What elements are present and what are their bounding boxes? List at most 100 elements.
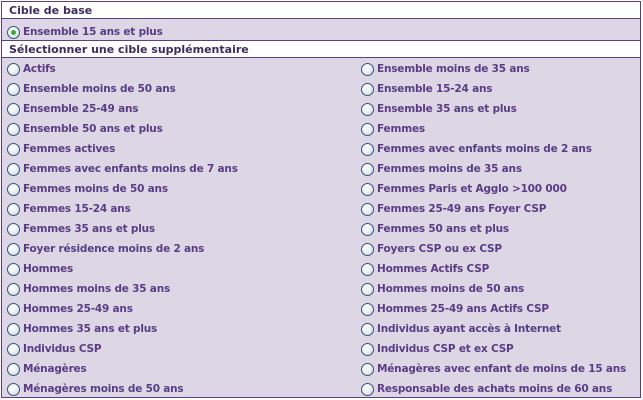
option-label: Ensemble moins de 35 ans	[377, 63, 530, 75]
radio-unselected-icon[interactable]	[7, 202, 20, 216]
extra-target-option[interactable]: Femmes avec enfants moins de 2 ans	[361, 139, 592, 159]
extra-target-option[interactable]: Femmes	[361, 119, 425, 139]
extra-target-option[interactable]: Hommes moins de 35 ans	[7, 279, 170, 299]
extra-target-option[interactable]: Hommes 25-49 ans	[7, 299, 133, 319]
extra-target-option[interactable]: Femmes actives	[7, 139, 115, 159]
option-label: Femmes avec enfants moins de 7 ans	[23, 163, 238, 175]
extra-target-option[interactable]: Hommes 25-49 ans Actifs CSP	[361, 299, 549, 319]
option-label: Hommes moins de 35 ans	[23, 283, 171, 295]
option-label: Ensemble 15-24 ans	[377, 83, 493, 95]
base-target-option[interactable]: Ensemble 15 ans et plus	[7, 22, 163, 42]
radio-unselected-icon[interactable]	[361, 322, 374, 336]
radio-unselected-icon[interactable]	[7, 282, 20, 296]
radio-unselected-icon[interactable]	[361, 342, 374, 356]
option-label: Hommes moins de 50 ans	[377, 283, 525, 295]
radio-unselected-icon[interactable]	[361, 162, 374, 176]
radio-unselected-icon[interactable]	[361, 202, 374, 216]
extra-target-option[interactable]: Ensemble 50 ans et plus	[7, 119, 163, 139]
option-label: Ménagères	[23, 363, 87, 375]
option-label: Femmes Paris et Agglo >100 000	[377, 183, 567, 195]
radio-unselected-icon[interactable]	[361, 302, 374, 316]
option-label: Hommes Actifs CSP	[377, 263, 490, 275]
radio-unselected-icon[interactable]	[7, 362, 20, 376]
option-label: Hommes	[23, 263, 74, 275]
radio-unselected-icon[interactable]	[361, 62, 374, 76]
radio-unselected-icon[interactable]	[7, 302, 20, 316]
option-label: Femmes actives	[23, 143, 116, 155]
option-label: Femmes 15-24 ans	[23, 203, 131, 215]
extra-target-option[interactable]: Hommes 35 ans et plus	[7, 319, 157, 339]
radio-unselected-icon[interactable]	[7, 62, 20, 76]
extra-target-option[interactable]: Responsable des achats moins de 60 ans	[361, 379, 612, 399]
option-label: Femmes avec enfants moins de 2 ans	[377, 143, 592, 155]
option-label: Femmes moins de 35 ans	[377, 163, 522, 175]
radio-unselected-icon[interactable]	[361, 102, 374, 116]
radio-unselected-icon[interactable]	[7, 142, 20, 156]
radio-unselected-icon[interactable]	[7, 122, 20, 136]
extra-target-option[interactable]: Ensemble 35 ans et plus	[361, 99, 517, 119]
extra-target-option[interactable]: Hommes	[7, 259, 73, 279]
radio-unselected-icon[interactable]	[361, 122, 374, 136]
radio-unselected-icon[interactable]	[361, 362, 374, 376]
extra-target-option[interactable]: Femmes Paris et Agglo >100 000	[361, 179, 567, 199]
extra-target-option[interactable]: Ménagères	[7, 359, 87, 379]
extra-target-option[interactable]: Femmes 25-49 ans Foyer CSP	[361, 199, 546, 219]
extra-target-option[interactable]: Actifs	[7, 59, 56, 79]
radio-unselected-icon[interactable]	[7, 82, 20, 96]
option-label: Femmes	[377, 123, 425, 135]
option-label: Femmes moins de 50 ans	[23, 183, 168, 195]
radio-unselected-icon[interactable]	[361, 262, 374, 276]
radio-unselected-icon[interactable]	[7, 342, 20, 356]
radio-unselected-icon[interactable]	[361, 82, 374, 96]
option-label: Responsable des achats moins de 60 ans	[377, 383, 613, 395]
extra-target-option[interactable]: Ménagères moins de 50 ans	[7, 379, 184, 399]
radio-unselected-icon[interactable]	[361, 182, 374, 196]
option-label: Ensemble 15 ans et plus	[23, 26, 163, 38]
radio-unselected-icon[interactable]	[7, 242, 20, 256]
option-label: Ensemble 50 ans et plus	[23, 123, 163, 135]
radio-unselected-icon[interactable]	[361, 282, 374, 296]
extra-target-option[interactable]: Femmes moins de 35 ans	[361, 159, 522, 179]
radio-unselected-icon[interactable]	[7, 162, 20, 176]
radio-unselected-icon[interactable]	[7, 102, 20, 116]
radio-unselected-icon[interactable]	[361, 382, 374, 396]
extra-target-option[interactable]: Ensemble 25-49 ans	[7, 99, 139, 119]
extra-target-option[interactable]: Individus CSP et ex CSP	[361, 339, 514, 359]
extra-target-header: Sélectionner une cible supplémentaire	[2, 40, 640, 58]
radio-unselected-icon[interactable]	[7, 382, 20, 396]
extra-target-option[interactable]: Ménagères avec enfant de moins de 15 ans	[361, 359, 626, 379]
extra-target-option[interactable]: Ensemble 15-24 ans	[361, 79, 493, 99]
radio-unselected-icon[interactable]	[7, 222, 20, 236]
extra-target-option[interactable]: Femmes 50 ans et plus	[361, 219, 509, 239]
radio-unselected-icon[interactable]	[7, 262, 20, 276]
option-label: Individus CSP et ex CSP	[377, 343, 514, 355]
extra-target-option[interactable]: Foyers CSP ou ex CSP	[361, 239, 502, 259]
extra-target-option[interactable]: Ensemble moins de 50 ans	[7, 79, 176, 99]
radio-unselected-icon[interactable]	[361, 222, 374, 236]
radio-unselected-icon[interactable]	[7, 182, 20, 196]
extra-target-option[interactable]: Individus ayant accès à Internet	[361, 319, 561, 339]
option-label: Hommes 25-49 ans Actifs CSP	[377, 303, 549, 315]
extra-target-option[interactable]: Individus CSP	[7, 339, 102, 359]
extra-target-option[interactable]: Foyer résidence moins de 2 ans	[7, 239, 204, 259]
radio-unselected-icon[interactable]	[361, 142, 374, 156]
extra-target-option[interactable]: Hommes moins de 50 ans	[361, 279, 524, 299]
extra-target-option[interactable]: Femmes 35 ans et plus	[7, 219, 155, 239]
base-target-header: Cible de base	[2, 2, 640, 19]
radio-unselected-icon[interactable]	[361, 242, 374, 256]
extra-target-option[interactable]: Ensemble moins de 35 ans	[361, 59, 530, 79]
extra-target-option[interactable]: Femmes 15-24 ans	[7, 199, 131, 219]
option-label: Femmes 50 ans et plus	[377, 223, 509, 235]
option-label: Femmes 25-49 ans Foyer CSP	[377, 203, 547, 215]
option-label: Ménagères avec enfant de moins de 15 ans	[377, 363, 627, 375]
option-label: Femmes 35 ans et plus	[23, 223, 155, 235]
option-label: Ensemble 25-49 ans	[23, 103, 139, 115]
radio-unselected-icon[interactable]	[7, 322, 20, 336]
option-label: Ensemble 35 ans et plus	[377, 103, 517, 115]
option-label: Individus ayant accès à Internet	[377, 323, 561, 335]
extra-target-option[interactable]: Femmes avec enfants moins de 7 ans	[7, 159, 238, 179]
option-label: Foyers CSP ou ex CSP	[377, 243, 502, 255]
radio-selected-icon[interactable]	[7, 25, 20, 39]
extra-target-option[interactable]: Femmes moins de 50 ans	[7, 179, 168, 199]
extra-target-option[interactable]: Hommes Actifs CSP	[361, 259, 489, 279]
